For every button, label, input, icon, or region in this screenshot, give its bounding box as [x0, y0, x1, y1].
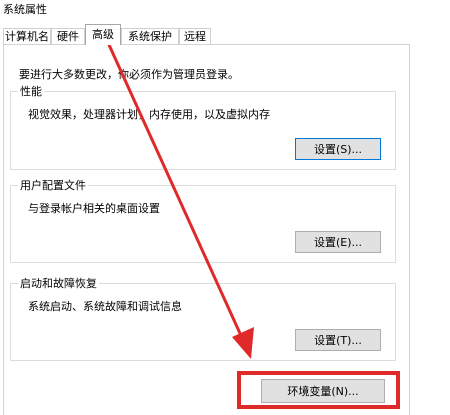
startup-recovery-description: 系统启动、系统故障和调试信息	[28, 300, 182, 313]
performance-settings-button[interactable]: 设置(S)...	[295, 138, 381, 160]
user-profiles-group: 用户配置文件 与登录帐户相关的桌面设置 设置(E)...	[10, 177, 396, 263]
tab-advanced[interactable]: 高级	[85, 24, 121, 45]
user-profiles-title: 用户配置文件	[18, 177, 88, 193]
environment-variables-button[interactable]: 环境变量(N)...	[261, 379, 385, 403]
user-profiles-description: 与登录帐户相关的桌面设置	[28, 202, 160, 215]
performance-title: 性能	[18, 83, 44, 99]
tab-remote[interactable]: 远程	[179, 28, 211, 44]
tab-system-protection[interactable]: 系统保护	[121, 28, 179, 44]
performance-description: 视觉效果，处理器计划，内存使用，以及虚拟内存	[28, 108, 270, 121]
startup-recovery-group: 启动和故障恢复 系统启动、系统故障和调试信息 设置(T)...	[10, 275, 396, 361]
performance-group: 性能 视觉效果，处理器计划，内存使用，以及虚拟内存 设置(S)...	[10, 83, 396, 170]
admin-note: 要进行大多数更改，你必须作为管理员登录。	[19, 68, 239, 81]
startup-recovery-title: 启动和故障恢复	[18, 275, 99, 291]
tab-hardware[interactable]: 硬件	[51, 28, 85, 44]
startup-recovery-settings-button[interactable]: 设置(T)...	[295, 329, 381, 351]
user-profiles-settings-button[interactable]: 设置(E)...	[295, 231, 381, 253]
tab-computer-name[interactable]: 计算机名	[3, 28, 51, 44]
window-title: 系统属性	[3, 3, 47, 16]
